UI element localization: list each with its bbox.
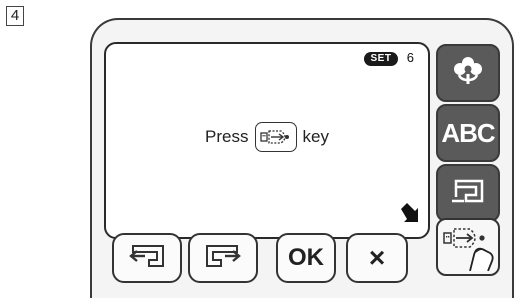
abc-label: ABC	[441, 117, 495, 148]
arrow-down-right-icon	[398, 202, 420, 229]
set-badge: SET	[364, 52, 398, 66]
move-left-icon	[125, 240, 169, 277]
usb-key-icon	[440, 219, 496, 276]
move-right-icon	[201, 240, 245, 277]
move-right-button[interactable]	[188, 233, 258, 283]
step-number: 4	[6, 6, 24, 26]
flower-icon	[451, 54, 485, 93]
lettering-mode-button[interactable]: ABC	[436, 104, 500, 162]
close-icon: ×	[368, 242, 386, 273]
sewing-mode-button[interactable]	[436, 164, 500, 222]
message-suffix: key	[302, 127, 329, 146]
lcd-screen: SET 6 Press key	[104, 42, 430, 239]
usb-key-icon	[254, 122, 297, 152]
instruction-message: Press key	[106, 122, 428, 152]
sewing-machine-icon	[448, 175, 488, 212]
embroidery-mode-button[interactable]	[436, 44, 500, 102]
set-value: 6	[406, 50, 414, 65]
usb-key-button[interactable]	[436, 218, 500, 276]
ok-label: OK	[288, 244, 324, 271]
message-prefix: Press	[205, 127, 249, 146]
move-left-button[interactable]	[112, 233, 182, 283]
ok-button[interactable]: OK	[276, 233, 336, 283]
cancel-button[interactable]: ×	[346, 233, 408, 283]
